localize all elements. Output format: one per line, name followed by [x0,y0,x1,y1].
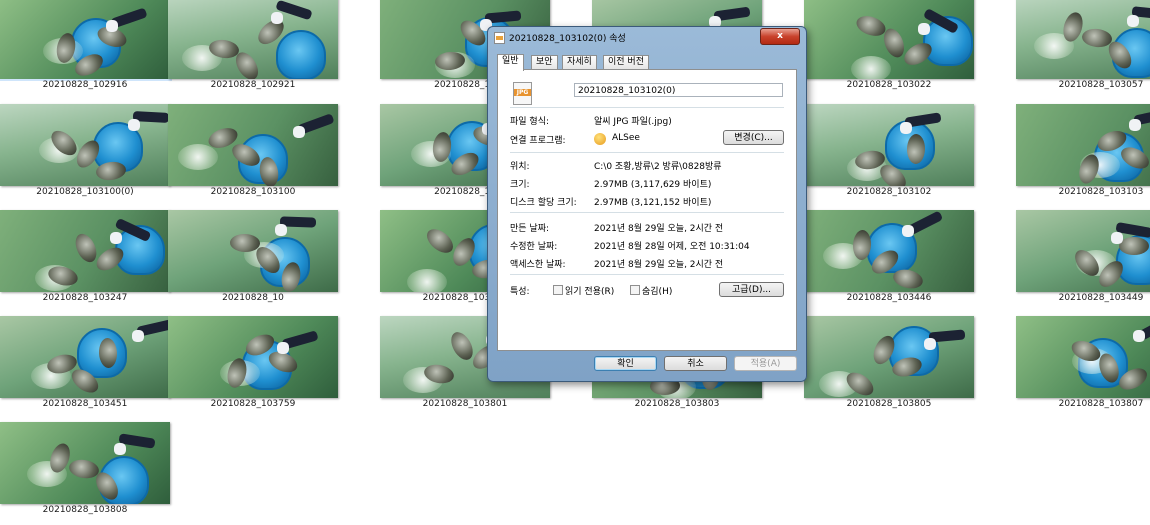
jpg-file-icon: JPG [513,82,532,105]
thumbnail-caption: 20210828_103803 [634,399,720,409]
thumbnail-caption: 20210828_103451 [42,399,128,409]
size-value: 2.97MB (3,117,629 바이트) [594,180,712,190]
close-button[interactable]: x [760,28,800,45]
thumbnail-item[interactable]: 20210828_103102 [804,104,1016,206]
thumbnail-caption: 20210828_103247 [42,293,128,303]
location-value: C:\0 조황,방류\2 방류\0828방류 [594,162,722,172]
alsee-icon [594,133,606,145]
thumbnail-caption: 20210828_103057 [1058,80,1144,90]
thumbnail-caption: 20210828_103808 [42,505,128,515]
thumbnail-image [1016,316,1150,398]
apply-button[interactable]: 적용(A) [734,356,797,371]
thumbnail-image [0,422,170,504]
thumbnail-caption: 20210828_103100(0) [36,187,134,197]
cancel-button[interactable]: 취소 [664,356,727,371]
accessed-label: 액세스한 날짜: [510,260,566,270]
size-label: 크기: [510,180,530,190]
thumbnail-image [1016,0,1150,79]
thumbnail-item[interactable]: 20210828_103446 [804,210,1016,312]
file-name-field[interactable]: 20210828_103102(0) [574,83,783,97]
thumbnail-image [804,210,974,292]
thumbnail-caption: 20210828_103807 [1058,399,1144,409]
separator [510,152,784,153]
thumbnail-caption: 20210828_10 [222,293,284,303]
type-label: 파일 형식: [510,117,550,127]
hidden-label: 숨김(H) [642,287,673,297]
thumbnail-image [0,0,170,79]
tab-general[interactable]: 일반 [497,54,524,71]
change-button[interactable]: 변경(C)... [723,130,784,145]
thumbnail-caption: 20210828_103449 [1058,293,1144,303]
thumbnail-item[interactable]: 20210828_103022 [804,0,1016,99]
readonly-label: 읽기 전용(R) [565,287,615,297]
tab-previous-versions[interactable]: 이전 버전 [603,55,649,70]
thumbnail-caption: 20210828_103759 [210,399,296,409]
readonly-checkbox[interactable] [553,285,563,295]
thumbnail-image [804,316,974,398]
tab-details[interactable]: 자세히 [562,55,597,70]
thumbnail-item[interactable]: 20210828_103449 [1016,210,1150,312]
created-value: 2021년 8월 29일 오늘, 2시간 전 [594,224,724,234]
file-icon [494,32,505,44]
thumbnail-item[interactable]: 20210828_103057 [1016,0,1150,99]
thumbnail-image [1016,210,1150,292]
location-label: 위치: [510,162,530,172]
thumbnail-caption: 20210828_103805 [846,399,932,409]
thumbnail-caption: 20210828_103801 [422,399,508,409]
thumbnail-image [1016,104,1150,186]
thumbnail-image [0,104,170,186]
thumbnail-caption: 20210828_102921 [210,80,296,90]
ok-button[interactable]: 확인 [594,356,657,371]
attributes-label: 특성: [510,287,530,297]
thumbnail-image [168,104,338,186]
separator [510,212,784,213]
thumbnail-caption: 20210828_103022 [846,80,932,90]
dialog-title: 20210828_103102(0) 속성 [509,34,626,44]
open-with-label: 연결 프로그램: [510,136,566,146]
separator [510,274,784,275]
thumbnail-item[interactable]: 20210828_103100 [168,104,380,206]
thumbnail-item[interactable]: 20210828_103103 [1016,104,1150,206]
type-value: 알씨 JPG 파일(.jpg) [594,117,672,127]
disk-size-label: 디스크 할당 크기: [510,198,577,208]
modified-value: 2021년 8월 28일 어제, 오전 10:31:04 [594,242,750,252]
thumbnail-image [0,316,170,398]
thumbnail-image [804,104,974,186]
thumbnail-item[interactable]: 20210828_103759 [168,316,380,418]
thumbnail-caption: 20210828_103446 [846,293,932,303]
thumbnail-item[interactable]: 20210828_10 [168,210,380,312]
thumbnail-image [168,316,338,398]
properties-dialog: 20210828_103102(0) 속성 x 일반 보안 자세히 이전 버전 … [487,26,807,382]
thumbnail-caption: 20210828_102916 [42,80,128,90]
thumbnail-item[interactable]: 20210828_102921 [168,0,380,99]
dialog-titlebar[interactable]: 20210828_103102(0) 속성 x [488,27,806,47]
jpg-icon-label: JPG [514,89,531,96]
general-panel: JPG 20210828_103102(0) 파일 형식: 알씨 JPG 파일(… [497,69,797,351]
thumbnail-item[interactable]: 20210828_103808 [0,422,212,524]
advanced-button[interactable]: 고급(D)... [719,282,784,297]
thumbnail-item[interactable]: 20210828_103805 [804,316,1016,418]
tab-security[interactable]: 보안 [531,55,558,70]
separator [510,107,784,108]
thumbnail-image [168,0,338,79]
modified-label: 수정한 날짜: [510,242,558,252]
open-with-value: ALSee [612,133,640,143]
accessed-value: 2021년 8월 29일 오늘, 2시간 전 [594,260,724,270]
thumbnail-item[interactable]: 20210828_103807 [1016,316,1150,418]
thumbnail-image [804,0,974,79]
thumbnail-caption: 20210828_103100 [210,187,296,197]
hidden-checkbox[interactable] [630,285,640,295]
disk-size-value: 2.97MB (3,121,152 바이트) [594,198,712,208]
thumbnail-image [168,210,338,292]
thumbnail-caption: 20210828_103103 [1058,187,1144,197]
thumbnail-caption: 20210828_103102 [846,187,932,197]
thumbnail-image [0,210,170,292]
created-label: 만든 날짜: [510,224,550,234]
